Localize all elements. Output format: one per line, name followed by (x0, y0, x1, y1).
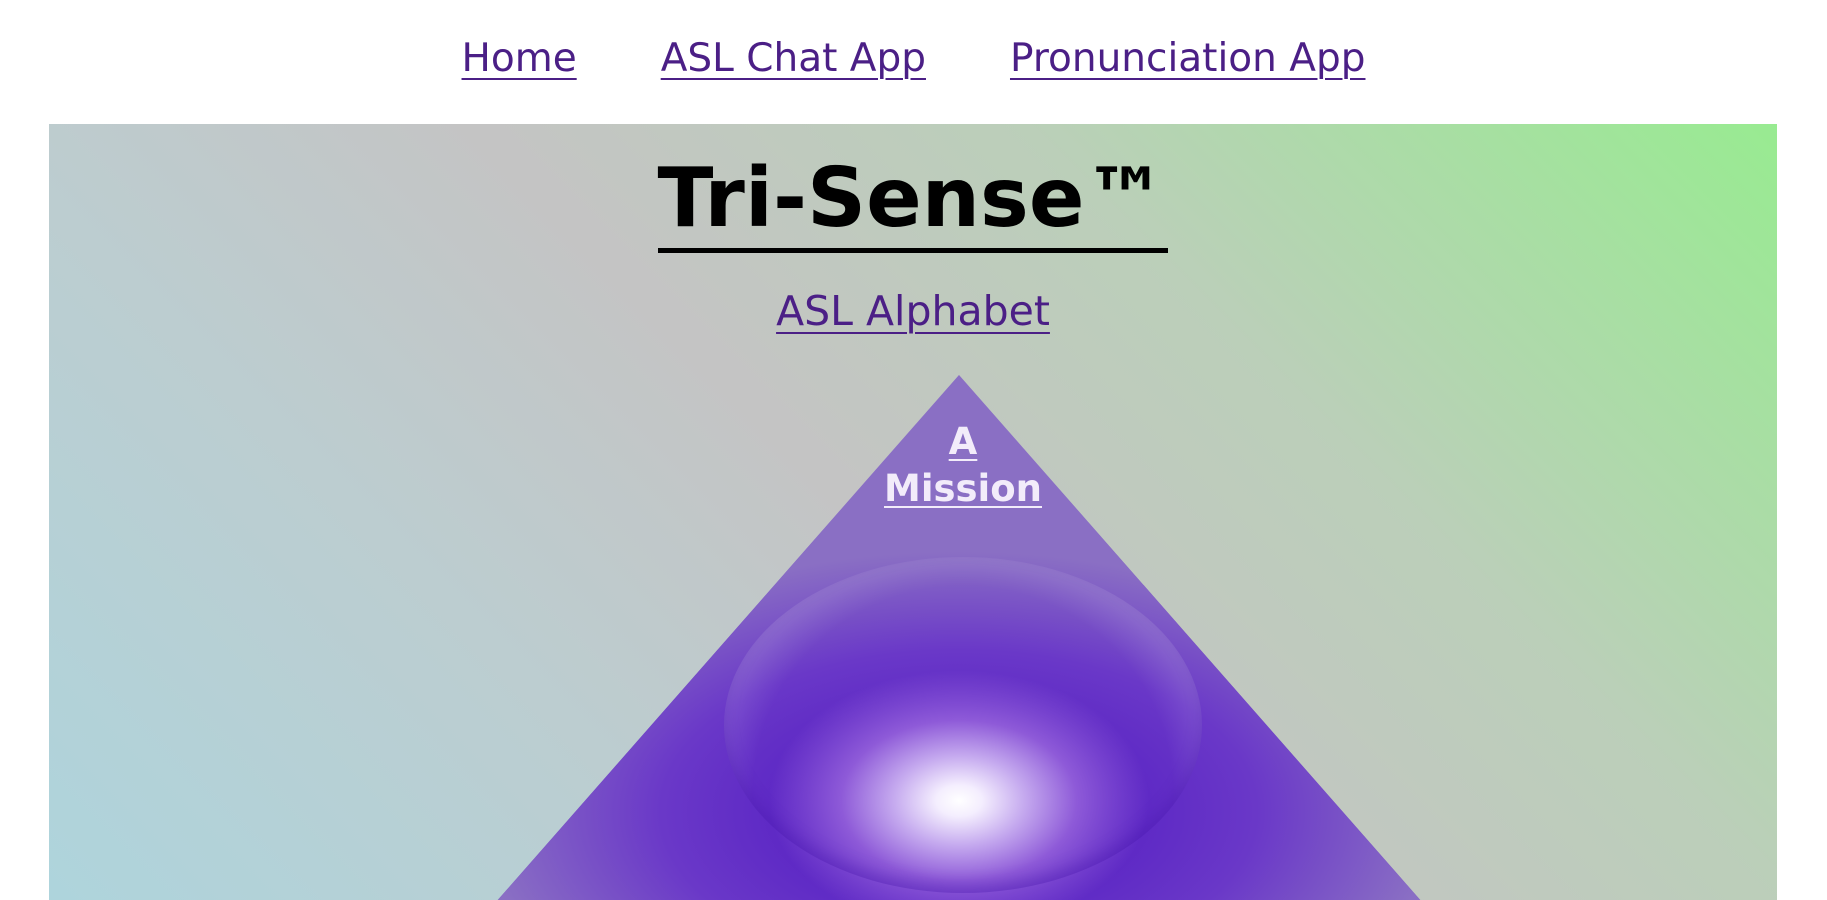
nav-link-pronunciation-app[interactable]: Pronunciation App (1010, 34, 1366, 84)
nav-link-asl-chat-app[interactable]: ASL Chat App (661, 34, 926, 84)
hero-banner: Tri-Sense™ ASL Alphabet A Mission (49, 124, 1777, 900)
page-title-link[interactable]: Tri-Sense™ (657, 150, 1169, 253)
mission-link-line-2: Mission (884, 467, 1042, 510)
asl-alphabet-link-wrapper: ASL Alphabet (49, 284, 1777, 338)
mission-link[interactable]: A Mission (884, 420, 1042, 510)
top-navigation: Home ASL Chat App Pronunciation App (0, 0, 1827, 124)
page-title-wrapper: Tri-Sense™ (49, 150, 1777, 253)
mission-link-line-1: A (948, 420, 978, 463)
asl-alphabet-link[interactable]: ASL Alphabet (776, 287, 1050, 335)
nav-link-home[interactable]: Home (462, 34, 577, 84)
mission-link-wrapper: A Mission (813, 418, 1113, 512)
